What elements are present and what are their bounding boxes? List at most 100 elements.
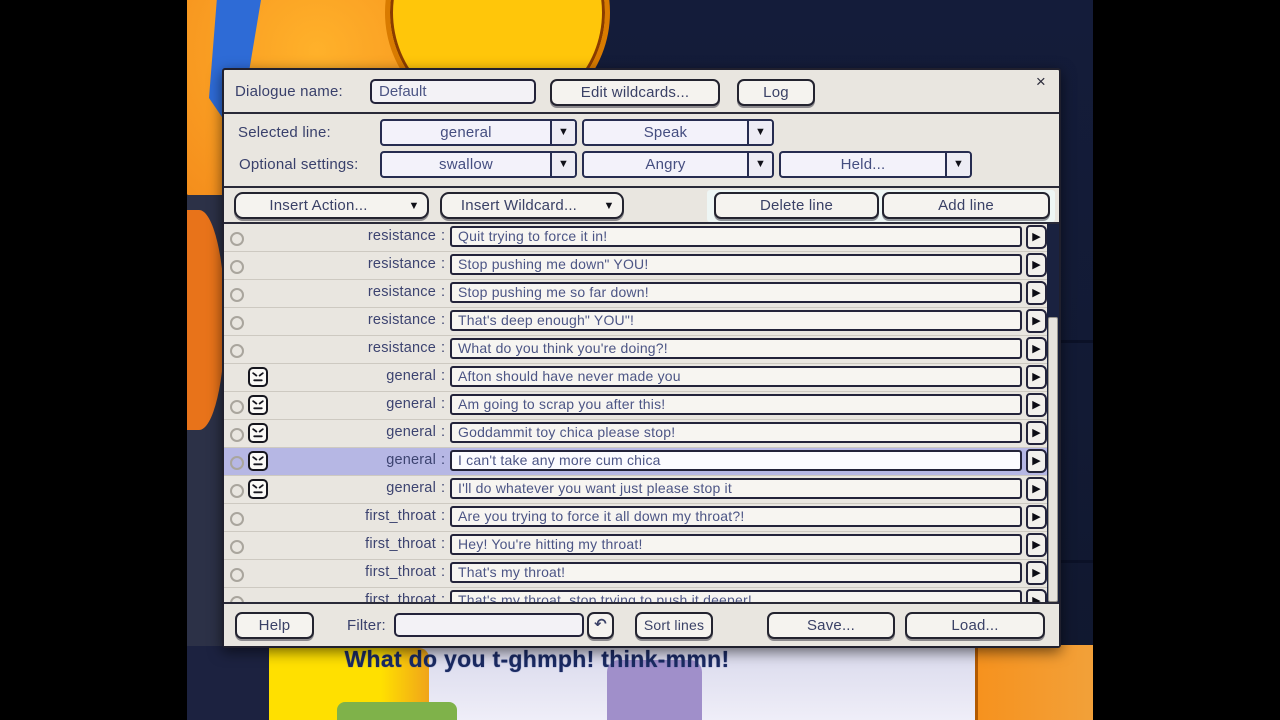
dialogue-line-row[interactable]: general : Goddammit toy chica please sto… <box>224 420 1059 448</box>
category-separator: : <box>441 368 446 384</box>
category-separator: : <box>441 284 446 300</box>
chevron-down-icon[interactable]: ▼ <box>747 121 772 144</box>
line-category-dropdown[interactable]: general ▼ <box>380 119 577 146</box>
radio-button[interactable] <box>230 316 244 330</box>
line-text-field[interactable]: Am going to scrap you after this! <box>450 394 1022 415</box>
radio-button[interactable] <box>230 400 244 414</box>
play-icon: ▶ <box>1032 539 1041 551</box>
dialogue-line-row[interactable]: resistance : Stop pushing me down" YOU! … <box>224 252 1059 280</box>
delete-line-button[interactable]: Delete line <box>714 192 879 219</box>
dialogue-name-input[interactable] <box>370 79 536 104</box>
line-category-label: general <box>386 368 436 384</box>
radio-button[interactable] <box>230 260 244 274</box>
dialogue-line-row[interactable]: resistance : Stop pushing me so far down… <box>224 280 1059 308</box>
dialogue-line-row[interactable]: general : Afton should have never made y… <box>224 364 1059 392</box>
optional-setting-2-dropdown[interactable]: Angry ▼ <box>582 151 774 178</box>
load-button[interactable]: Load... <box>905 612 1045 639</box>
add-line-button[interactable]: Add line <box>882 192 1050 219</box>
chevron-down-icon[interactable]: ▼ <box>550 153 575 176</box>
play-line-button[interactable]: ▶ <box>1026 225 1047 249</box>
filter-input[interactable] <box>394 613 584 637</box>
optional-setting-3-dropdown[interactable]: Held... ▼ <box>779 151 972 178</box>
save-button[interactable]: Save... <box>767 612 895 639</box>
dialogue-line-row[interactable]: first_throat : That's my throat, stop tr… <box>224 588 1059 602</box>
radio-button[interactable] <box>230 344 244 358</box>
line-toolbar: Insert Action... ▼ Insert Wildcard... ▼ … <box>224 188 1059 224</box>
dialogue-line-row[interactable]: first_throat : That's my throat! ▶ <box>224 560 1059 588</box>
radio-button[interactable] <box>230 428 244 442</box>
line-category-label: general <box>386 480 436 496</box>
bg-bottom-orange <box>975 645 1093 720</box>
optional-setting-1-dropdown[interactable]: swallow ▼ <box>380 151 577 178</box>
window-footer: Help Filter: ↶ Sort lines Save... Load..… <box>224 602 1059 646</box>
line-text-field[interactable]: That's my throat! <box>450 562 1022 583</box>
line-category-label: first_throat <box>365 508 436 524</box>
line-text-field[interactable]: Hey! You're hitting my throat! <box>450 534 1022 555</box>
play-line-button[interactable]: ▶ <box>1026 253 1047 277</box>
dialogue-line-row[interactable]: general : Am going to scrap you after th… <box>224 392 1059 420</box>
dialogue-line-row[interactable]: resistance : That's deep enough" YOU"! ▶ <box>224 308 1059 336</box>
play-line-button[interactable]: ▶ <box>1026 449 1047 473</box>
close-icon[interactable]: × <box>1031 72 1051 92</box>
category-separator: : <box>441 396 446 412</box>
category-separator: : <box>441 256 446 272</box>
play-line-button[interactable]: ▶ <box>1026 309 1047 333</box>
category-separator: : <box>441 312 446 328</box>
line-text-field[interactable]: What do you think you're doing?! <box>450 338 1022 359</box>
line-mode-dropdown[interactable]: Speak ▼ <box>582 119 774 146</box>
line-text-field[interactable]: That's deep enough" YOU"! <box>450 310 1022 331</box>
play-line-button[interactable]: ▶ <box>1026 393 1047 417</box>
sort-lines-button[interactable]: Sort lines <box>635 612 713 639</box>
dialogue-line-row[interactable]: general : I can't take any more cum chic… <box>224 448 1059 476</box>
category-separator: : <box>441 424 446 440</box>
insert-wildcard-dropdown[interactable]: Insert Wildcard... ▼ <box>440 192 624 219</box>
radio-button[interactable] <box>230 484 244 498</box>
play-line-button[interactable]: ▶ <box>1026 505 1047 529</box>
help-button[interactable]: Help <box>235 612 314 639</box>
line-text-field[interactable]: Afton should have never made you <box>450 366 1022 387</box>
play-line-button[interactable]: ▶ <box>1026 561 1047 585</box>
radio-button[interactable] <box>230 568 244 582</box>
radio-button[interactable] <box>230 456 244 470</box>
chevron-down-icon[interactable]: ▼ <box>747 153 772 176</box>
line-text-field[interactable]: I'll do whatever you want just please st… <box>450 478 1022 499</box>
play-line-button[interactable]: ▶ <box>1026 589 1047 602</box>
chevron-down-icon[interactable]: ▼ <box>945 153 970 176</box>
dialogue-line-row[interactable]: resistance : What do you think you're do… <box>224 336 1059 364</box>
play-line-button[interactable]: ▶ <box>1026 337 1047 361</box>
line-category-label: first_throat <box>365 564 436 580</box>
log-button[interactable]: Log <box>737 79 815 106</box>
scrollbar-thumb[interactable] <box>1048 317 1058 602</box>
radio-button[interactable] <box>230 232 244 246</box>
dialogue-line-row[interactable]: first_throat : Hey! You're hitting my th… <box>224 532 1059 560</box>
edit-wildcards-button[interactable]: Edit wildcards... <box>550 79 720 106</box>
line-text-field[interactable]: Quit trying to force it in! <box>450 226 1022 247</box>
dialogue-line-row[interactable]: resistance : Quit trying to force it in!… <box>224 224 1059 252</box>
chevron-down-icon[interactable]: ▼ <box>550 121 575 144</box>
play-line-button[interactable]: ▶ <box>1026 281 1047 305</box>
play-line-button[interactable]: ▶ <box>1026 365 1047 389</box>
play-icon: ▶ <box>1032 315 1041 327</box>
undo-filter-button[interactable]: ↶ <box>587 612 614 639</box>
radio-button[interactable] <box>230 288 244 302</box>
radio-button[interactable] <box>230 540 244 554</box>
chevron-down-icon: ▼ <box>603 199 615 212</box>
play-icon: ▶ <box>1032 287 1041 299</box>
play-line-button[interactable]: ▶ <box>1026 533 1047 557</box>
category-separator: : <box>441 564 446 580</box>
scrollbar-track[interactable] <box>1047 224 1059 602</box>
dialogue-line-row[interactable]: first_throat : Are you trying to force i… <box>224 504 1059 532</box>
line-text-field[interactable]: I can't take any more cum chica <box>450 450 1022 471</box>
category-separator: : <box>441 480 446 496</box>
dialogue-line-row[interactable]: general : I'll do whatever you want just… <box>224 476 1059 504</box>
line-text-field[interactable]: Stop pushing me down" YOU! <box>450 254 1022 275</box>
line-text-field[interactable]: That's my throat, stop trying to push it… <box>450 590 1022 602</box>
insert-action-dropdown[interactable]: Insert Action... ▼ <box>234 192 429 219</box>
line-category-label: resistance <box>367 228 436 244</box>
line-text-field[interactable]: Stop pushing me so far down! <box>450 282 1022 303</box>
radio-button[interactable] <box>230 512 244 526</box>
line-text-field[interactable]: Goddammit toy chica please stop! <box>450 422 1022 443</box>
play-line-button[interactable]: ▶ <box>1026 421 1047 445</box>
line-text-field[interactable]: Are you trying to force it all down my t… <box>450 506 1022 527</box>
play-line-button[interactable]: ▶ <box>1026 477 1047 501</box>
